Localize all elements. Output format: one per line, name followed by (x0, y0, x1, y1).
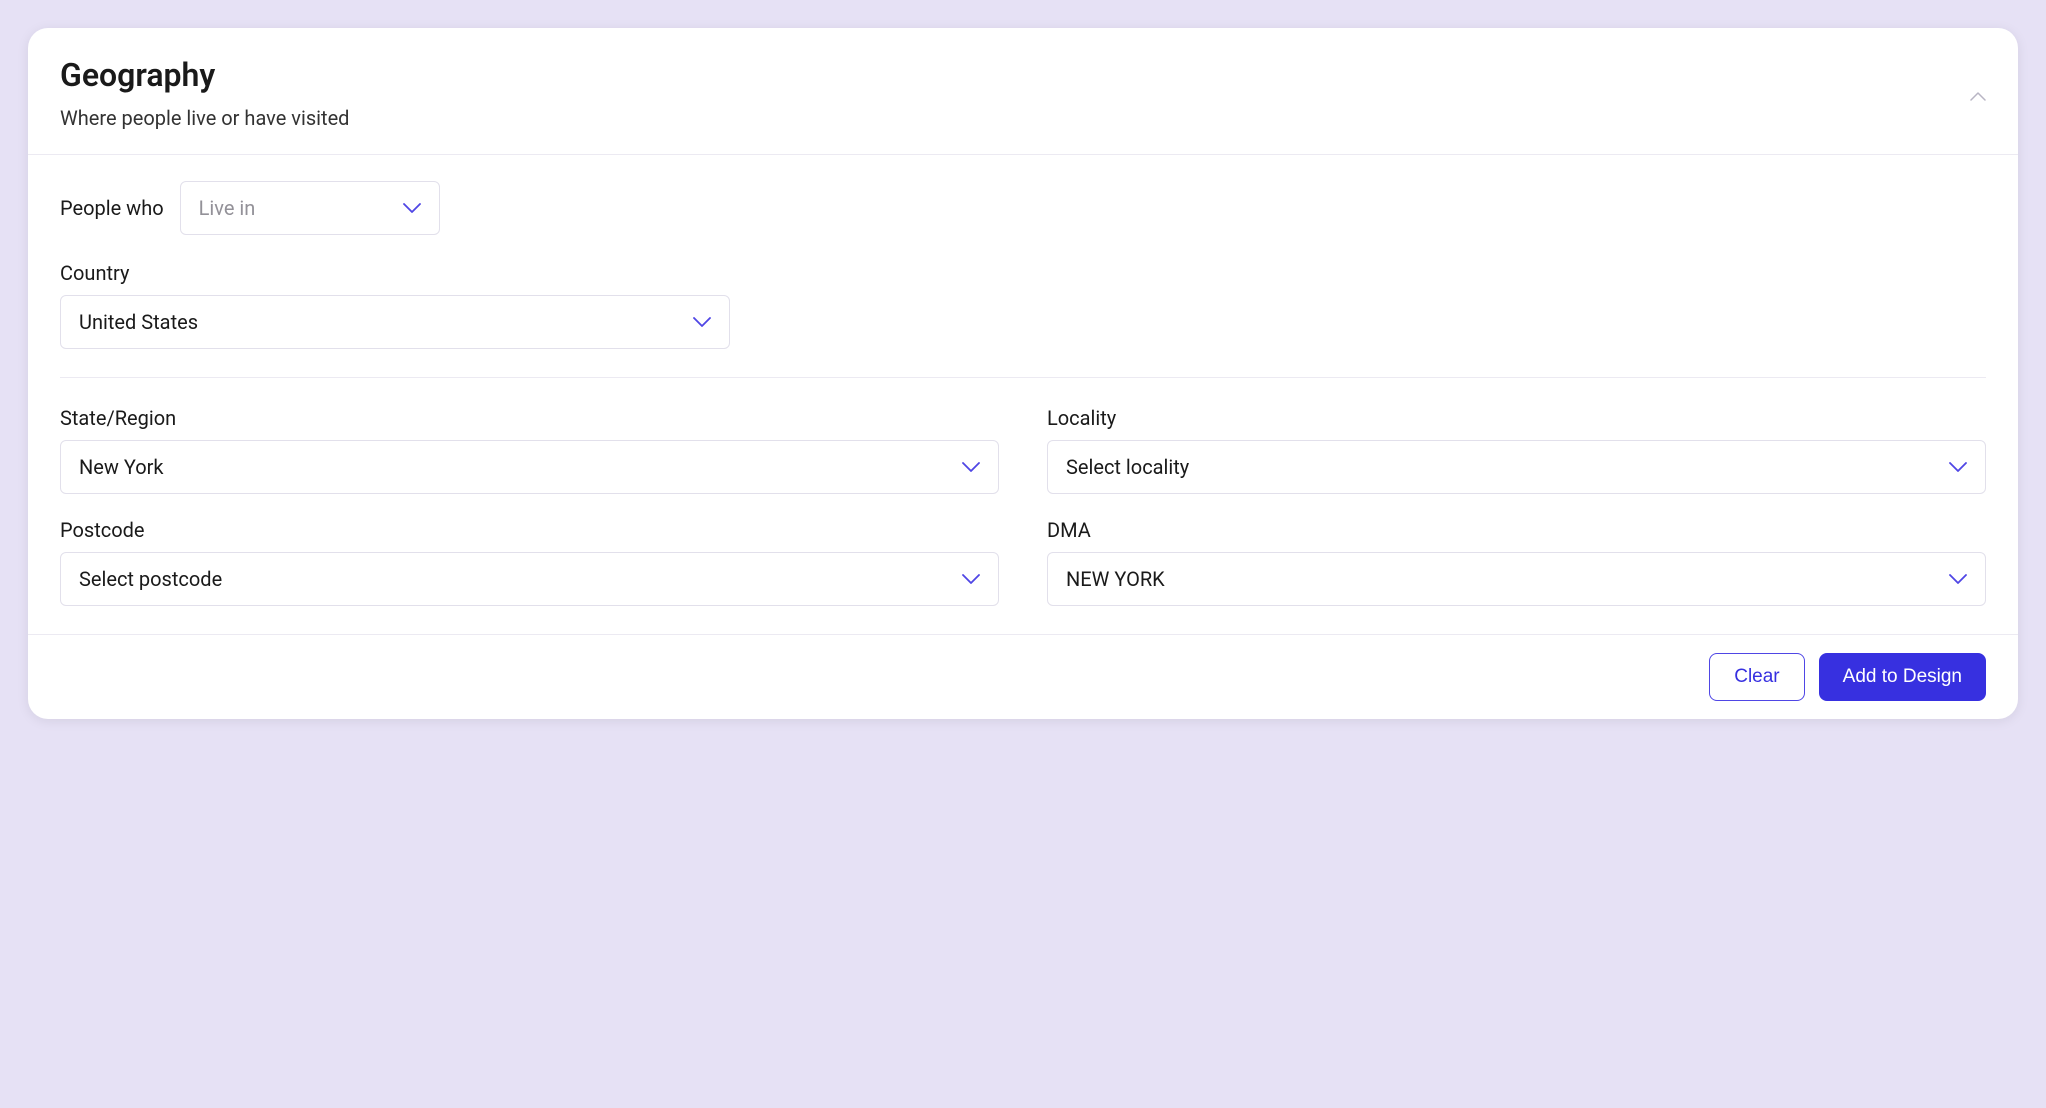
fields-grid: State/Region New York Locality Select lo… (60, 406, 1986, 606)
dma-value: NEW YORK (1066, 567, 1165, 591)
chevron-down-icon (693, 317, 711, 328)
chevron-up-icon (1970, 91, 1986, 101)
card-body: People who Live in Country United States (28, 155, 2018, 634)
chevron-down-icon (1949, 462, 1967, 473)
page-title: Geography (60, 56, 1986, 94)
postcode-field: Postcode Select postcode (60, 518, 999, 606)
chevron-down-icon (403, 203, 421, 214)
locality-value: Select locality (1066, 455, 1189, 479)
country-select[interactable]: United States (60, 295, 730, 349)
dma-field: DMA NEW YORK (1047, 518, 1986, 606)
people-who-select[interactable]: Live in (180, 181, 440, 235)
dma-label: DMA (1047, 518, 1986, 542)
state-region-field: State/Region New York (60, 406, 999, 494)
postcode-value: Select postcode (79, 567, 222, 591)
geography-card: Geography Where people live or have visi… (28, 28, 2018, 719)
add-to-design-button[interactable]: Add to Design (1819, 653, 1986, 701)
state-region-value: New York (79, 455, 164, 479)
country-value: United States (79, 310, 198, 334)
card-footer: Clear Add to Design (28, 634, 2018, 719)
locality-label: Locality (1047, 406, 1986, 430)
people-who-row: People who Live in (60, 181, 1986, 235)
country-field: Country United States (60, 261, 1986, 349)
state-region-label: State/Region (60, 406, 999, 430)
postcode-label: Postcode (60, 518, 999, 542)
chevron-down-icon (962, 462, 980, 473)
country-label: Country (60, 261, 1986, 285)
collapse-button[interactable] (1966, 84, 1990, 108)
dma-select[interactable]: NEW YORK (1047, 552, 1986, 606)
chevron-down-icon (962, 574, 980, 585)
section-divider (60, 377, 1986, 378)
people-who-label: People who (60, 196, 164, 220)
locality-select[interactable]: Select locality (1047, 440, 1986, 494)
page-subtitle: Where people live or have visited (60, 106, 1986, 130)
locality-field: Locality Select locality (1047, 406, 1986, 494)
card-header: Geography Where people live or have visi… (28, 28, 2018, 155)
chevron-down-icon (1949, 574, 1967, 585)
state-region-select[interactable]: New York (60, 440, 999, 494)
clear-button[interactable]: Clear (1709, 653, 1804, 701)
postcode-select[interactable]: Select postcode (60, 552, 999, 606)
people-who-value: Live in (199, 196, 256, 220)
